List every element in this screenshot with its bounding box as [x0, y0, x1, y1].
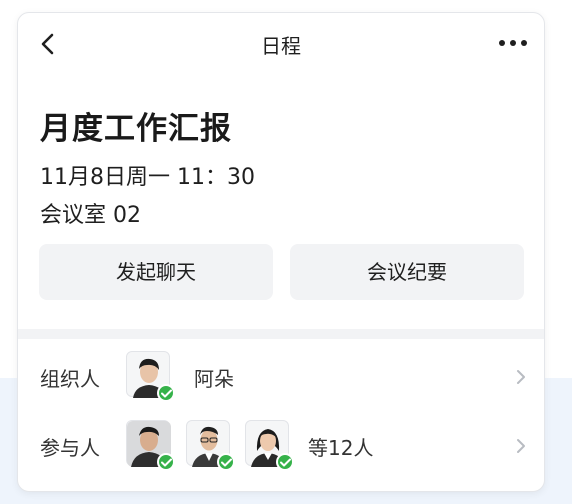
meeting-minutes-button[interactable]: 会议纪要: [290, 244, 524, 300]
participants-label: 参与人: [40, 436, 100, 460]
event-time: 11月8日周一 11：30: [40, 165, 255, 190]
participants-count: 等12人: [308, 436, 374, 460]
page-title: 日程: [261, 34, 301, 58]
more-horizontal-icon[interactable]: [496, 33, 530, 53]
section-divider: [18, 329, 544, 339]
participant-avatar: [186, 420, 235, 471]
event-room: 会议室 02: [40, 203, 141, 228]
organizer-avatar: [126, 351, 175, 402]
organizer-row[interactable]: 组织人 阿朵: [18, 348, 544, 406]
participant-avatar: [245, 420, 294, 471]
accepted-check-icon: [157, 453, 175, 471]
chevron-right-icon: [514, 366, 528, 388]
chevron-right-icon: [514, 435, 528, 457]
accepted-check-icon: [217, 453, 235, 471]
organizer-label: 组织人: [40, 367, 100, 391]
accepted-check-icon: [157, 384, 175, 402]
organizer-name: 阿朵: [194, 367, 234, 391]
schedule-card: 日程 月度工作汇报 11月8日周一 11：30 会议室 02 发起聊天 会议纪要…: [17, 12, 545, 492]
accepted-check-icon: [276, 453, 294, 471]
event-title: 月度工作汇报: [40, 111, 232, 147]
start-chat-button[interactable]: 发起聊天: [39, 244, 273, 300]
header: 日程: [18, 13, 544, 75]
participant-avatar: [126, 420, 175, 471]
participants-row[interactable]: 参与人 等12人: [18, 417, 544, 475]
